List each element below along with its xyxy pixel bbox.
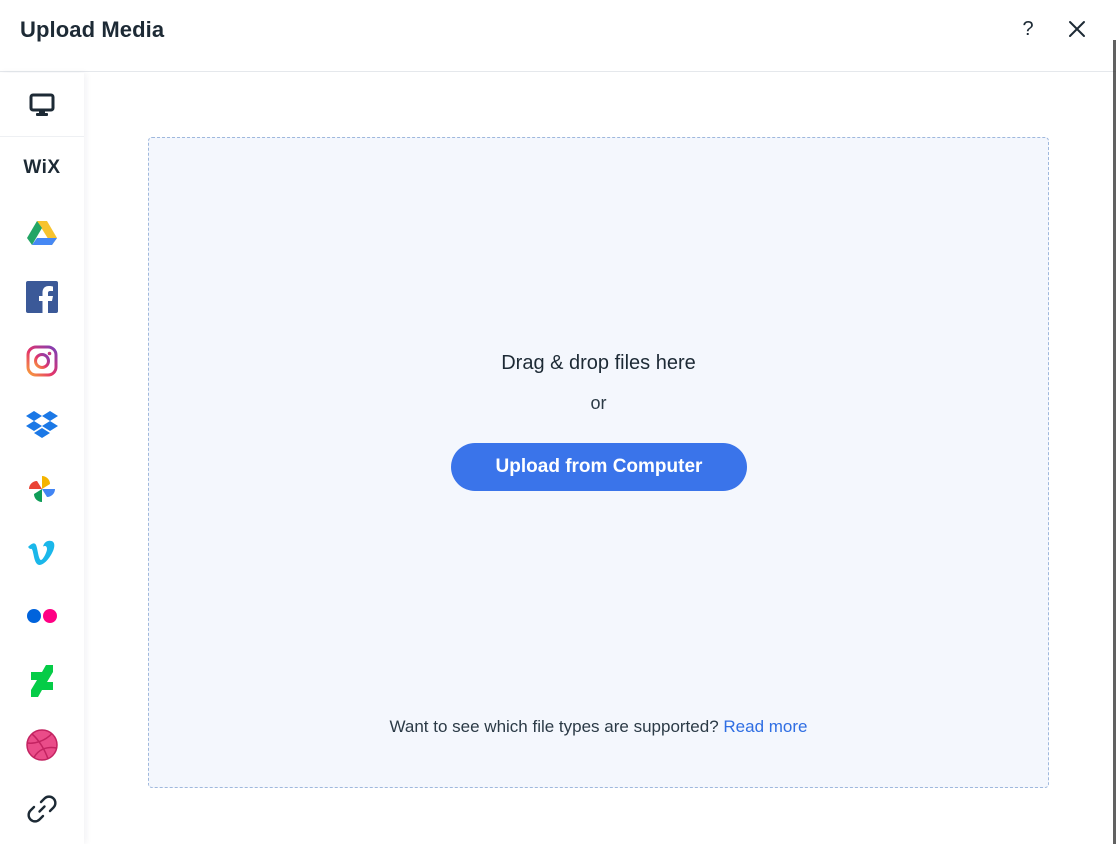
upload-from-computer-button[interactable]: Upload from Computer bbox=[451, 443, 747, 491]
dribbble-icon bbox=[26, 729, 58, 761]
sidebar-item-facebook[interactable] bbox=[0, 265, 84, 329]
sidebar-item-instagram[interactable] bbox=[0, 329, 84, 393]
dropbox-icon bbox=[26, 411, 58, 438]
sidebar-item-flickr[interactable] bbox=[0, 584, 84, 648]
drag-drop-text: Drag & drop files here bbox=[501, 352, 696, 374]
vimeo-icon bbox=[28, 540, 55, 565]
dialog-title: Upload Media bbox=[20, 17, 165, 42]
sidebar-item-deviantart[interactable] bbox=[0, 649, 84, 713]
supported-file-types-note: Want to see which file types are support… bbox=[149, 717, 1048, 737]
google-drive-icon bbox=[27, 221, 57, 245]
facebook-icon bbox=[26, 281, 58, 313]
supported-file-types-text: Want to see which file types are support… bbox=[389, 717, 719, 736]
or-separator-text: or bbox=[590, 393, 607, 413]
instagram-icon bbox=[26, 345, 58, 377]
sidebar-item-dropbox[interactable] bbox=[0, 393, 84, 457]
read-more-link[interactable]: Read more bbox=[723, 717, 807, 736]
sidebar-item-vimeo[interactable] bbox=[0, 521, 84, 585]
dialog-header: Upload Media ? bbox=[0, 0, 1116, 72]
sidebar-item-dribbble[interactable] bbox=[0, 713, 84, 777]
wix-logo-icon: WiX bbox=[23, 157, 61, 178]
deviantart-icon bbox=[31, 665, 53, 697]
sidebar-item-link[interactable] bbox=[0, 777, 84, 841]
close-icon bbox=[1069, 21, 1085, 37]
drop-zone[interactable]: Drag & drop files here or Upload from Co… bbox=[148, 137, 1049, 788]
google-photos-icon bbox=[29, 476, 55, 502]
link-icon bbox=[27, 795, 57, 823]
sidebar-item-google-photos[interactable] bbox=[0, 457, 84, 521]
flickr-icon bbox=[27, 609, 57, 623]
help-button[interactable]: ? bbox=[1013, 14, 1043, 44]
sidebar-item-wix[interactable]: WiX bbox=[0, 136, 84, 200]
source-sidebar: WiX bbox=[0, 73, 84, 844]
monitor-icon bbox=[29, 93, 55, 116]
sidebar-item-computer[interactable] bbox=[0, 73, 84, 137]
sidebar-item-google-drive[interactable] bbox=[0, 201, 84, 265]
close-button[interactable] bbox=[1062, 14, 1092, 44]
